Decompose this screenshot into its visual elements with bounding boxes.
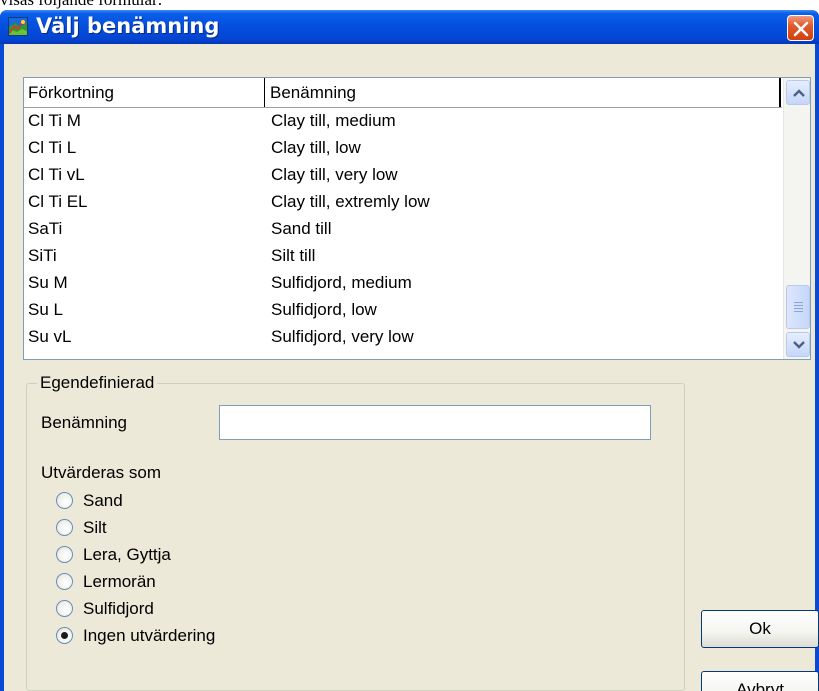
row-designation: Sand till [271,219,332,238]
row-designation: Sulfidjord, low [271,300,377,319]
list-row[interactable]: Su L Sulfidjord, low [24,297,782,324]
ok-button[interactable]: Ok [701,610,819,648]
row-abbreviation: Cl Ti vL [28,165,85,184]
document-text: visas följande formulär: [0,0,162,9]
list-row[interactable]: Cl Ti vL Clay till, very low [24,162,782,189]
app-icon [8,17,28,36]
radio-label: Sulfidjord [83,599,154,618]
scroll-thumb[interactable] [786,285,810,329]
evaluate-as-label: Utvärderas som [41,463,161,482]
list-row[interactable]: Su M Sulfidjord, medium [24,270,782,297]
scroll-up-button[interactable] [786,80,810,105]
radio-label: Lermorän [83,572,156,591]
radio-button-selected[interactable] [56,627,73,644]
dialog-client-area: Förkortning Benämning Cl Ti M Clay till,… [4,44,819,691]
radio-label: Ingen utvärdering [83,626,216,645]
radio-label: Lera, Gyttja [83,545,171,564]
scroll-down-button[interactable] [786,332,810,357]
radio-button[interactable] [56,546,73,563]
list-header: Förkortning Benämning [24,78,782,108]
window-title: Välj benämning [36,14,220,38]
radio-button[interactable] [56,492,73,509]
thumb-grip [794,308,803,309]
list-row[interactable]: Su vL Sulfidjord, very low [24,324,782,351]
row-designation: Clay till, low [271,138,361,157]
designation-label: Benämning [41,413,128,432]
radio-dot-icon [61,632,68,639]
chevron-down-icon [793,341,805,349]
radio-label: Sand [83,491,123,510]
thumb-grip [794,311,803,312]
row-abbreviation: Cl Ti L [28,138,77,157]
close-button[interactable] [787,15,814,41]
list-scrollbar[interactable] [783,78,810,359]
list-row[interactable]: Cl Ti M Clay till, medium [24,108,782,135]
designation-input[interactable] [219,405,651,440]
list-row[interactable]: SaTi Sand till [24,216,782,243]
designation-list[interactable]: Förkortning Benämning Cl Ti M Clay till,… [23,77,811,360]
list-row[interactable]: SiTi Silt till [24,243,782,270]
list-body: Cl Ti M Clay till, medium Cl Ti L Clay t… [24,108,782,359]
chevron-up-icon [793,89,805,97]
row-designation: Clay till, medium [271,111,396,130]
row-abbreviation: Su M [28,273,68,292]
dialog-window: Välj benämning Förkortning Benämning Cl … [0,10,819,691]
row-designation: Clay till, extremly low [271,192,430,211]
row-abbreviation: Cl Ti EL [28,192,88,211]
row-designation: Sulfidjord, very low [271,327,414,346]
close-icon [793,21,809,37]
row-abbreviation: SaTi [28,219,63,238]
row-designation: Sulfidjord, medium [271,273,412,292]
radio-button[interactable] [56,519,73,536]
title-bar[interactable]: Välj benämning [0,10,819,44]
radio-button[interactable] [56,573,73,590]
row-abbreviation: SiTi [28,246,57,265]
row-designation: Clay till, very low [271,165,398,184]
group-title: Egendefinierad [37,373,158,393]
thumb-grip [794,302,803,303]
row-abbreviation: Cl Ti M [28,111,81,130]
cancel-button[interactable]: Avbryt [701,671,819,691]
list-row[interactable]: Cl Ti L Clay till, low [24,135,782,162]
list-row[interactable]: Cl Ti EL Clay till, extremly low [24,189,782,216]
radio-button[interactable] [56,600,73,617]
row-abbreviation: Su L [28,300,63,319]
thumb-grip [794,305,803,306]
row-abbreviation: Su vL [28,327,72,346]
row-designation: Silt till [271,246,316,265]
column-header-abbreviation[interactable]: Förkortning [24,78,265,107]
column-header-designation[interactable]: Benämning [266,78,781,107]
radio-label: Silt [83,518,107,537]
